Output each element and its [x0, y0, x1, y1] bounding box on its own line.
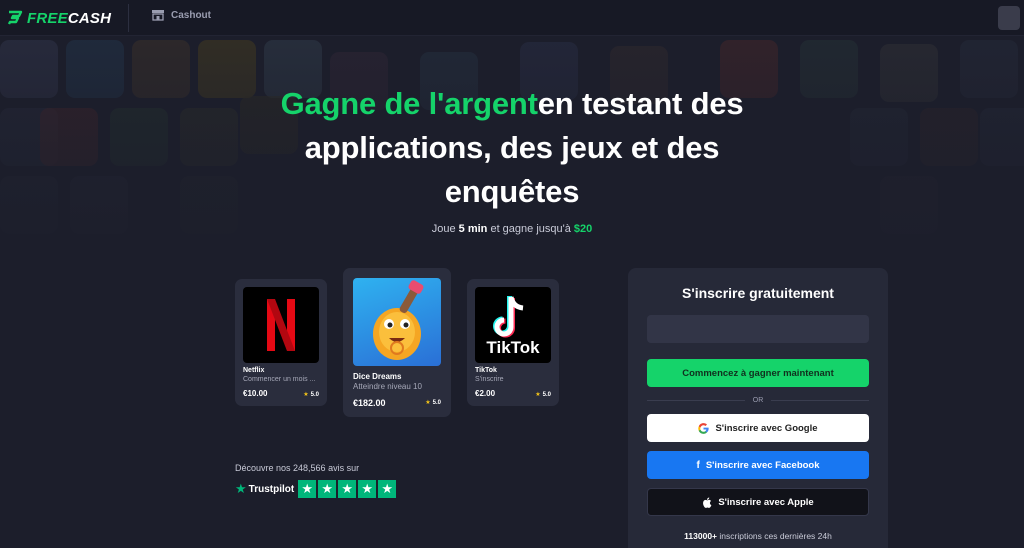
- offer-card-netflix[interactable]: Netflix Commencer un mois ... €10.00 ★ 5.…: [235, 279, 327, 406]
- offer-subtitle: Atteindre niveau 10: [353, 382, 422, 391]
- apple-icon: [703, 496, 712, 508]
- star-icon: ★: [535, 392, 541, 398]
- tiktok-logo: TikTok: [475, 287, 551, 363]
- headline-line3: enquêtes: [444, 174, 580, 209]
- offer-title: Netflix: [243, 367, 265, 374]
- star-icon: ★: [358, 480, 377, 498]
- offer-card-tiktok[interactable]: TikTok TikTok S'inscrire €2.00 ★ 5.0: [467, 279, 559, 406]
- nav-cashout-link[interactable]: Cashout: [151, 9, 211, 21]
- offer-price: €182.00: [353, 398, 386, 408]
- store-icon: [152, 10, 164, 21]
- facebook-icon: f: [696, 459, 700, 471]
- offer-rating: ★ 5.0: [535, 392, 551, 398]
- star-icon: ★: [425, 400, 431, 406]
- nav-divider: [128, 4, 129, 32]
- tiktok-wordmark: TikTok: [486, 338, 540, 357]
- start-earning-button[interactable]: Commencez à gagner maintenant: [647, 359, 869, 387]
- facebook-signup-button[interactable]: f S'inscrire avec Facebook: [647, 451, 869, 479]
- offer-subtitle: S'inscrire: [475, 376, 504, 383]
- netflix-n-icon: [267, 299, 295, 351]
- star-icon: ★: [298, 480, 317, 498]
- star-icon: ★: [378, 480, 397, 498]
- signup-panel: S'inscrire gratuitement Commencez à gagn…: [628, 268, 888, 548]
- top-nav: FREECASH Cashout: [0, 0, 1024, 36]
- headline-line2: applications, des jeux et des: [304, 130, 720, 165]
- trustpilot-logo: ★ Trustpilot: [235, 481, 295, 496]
- star-icon: ★: [303, 392, 309, 398]
- netflix-logo: [243, 287, 319, 363]
- offer-title: Dice Dreams: [353, 372, 402, 381]
- offer-subtitle: Commencer un mois ...: [243, 376, 316, 383]
- nav-cashout-label: Cashout: [171, 9, 211, 21]
- avatar[interactable]: [998, 6, 1020, 30]
- signup-count: 113000+ inscriptions ces dernières 24h: [684, 531, 832, 541]
- dice-dreams-character-icon: [373, 280, 424, 360]
- freecash-logo[interactable]: FREECASH: [6, 8, 111, 28]
- page-title: Gagne de l'argenten testant des applicat…: [0, 82, 1024, 214]
- google-signup-button[interactable]: S'inscrire avec Google: [647, 414, 869, 442]
- star-icon: ★: [318, 480, 337, 498]
- trustpilot-badge[interactable]: ★ Trustpilot ★ ★ ★ ★ ★: [235, 480, 397, 498]
- trustpilot-star-icon: ★: [235, 481, 247, 496]
- freecash-logo-icon: [7, 10, 23, 25]
- offer-rating: ★ 5.0: [425, 400, 441, 406]
- email-field[interactable]: [647, 315, 869, 343]
- headline-rest: en testant des: [537, 86, 744, 121]
- star-icon: ★: [338, 480, 357, 498]
- dice-dreams-logo: [353, 278, 441, 366]
- hero-subtitle: Joue 5 min et gagne jusqu'à $20: [431, 223, 593, 235]
- offer-title: TikTok: [475, 367, 497, 374]
- offer-price: €2.00: [475, 389, 496, 398]
- trustpilot-reviews-text: Découvre nos 248,566 avis sur: [235, 463, 360, 473]
- offer-rating: ★ 5.0: [303, 392, 319, 398]
- offer-card-dice-dreams[interactable]: Dice Dreams Atteindre niveau 10 €182.00 …: [343, 268, 451, 417]
- apple-signup-button[interactable]: S'inscrire avec Apple: [647, 488, 869, 516]
- logo-wordmark: FREECASH: [27, 9, 112, 27]
- trustpilot-stars: ★ ★ ★ ★ ★: [298, 480, 397, 498]
- headline-highlight: Gagne de l'argent: [280, 86, 538, 121]
- offer-price: €10.00: [243, 389, 268, 398]
- signup-title: S'inscrire gratuitement: [682, 285, 834, 301]
- google-icon: [698, 422, 710, 434]
- or-divider: OR: [647, 394, 869, 406]
